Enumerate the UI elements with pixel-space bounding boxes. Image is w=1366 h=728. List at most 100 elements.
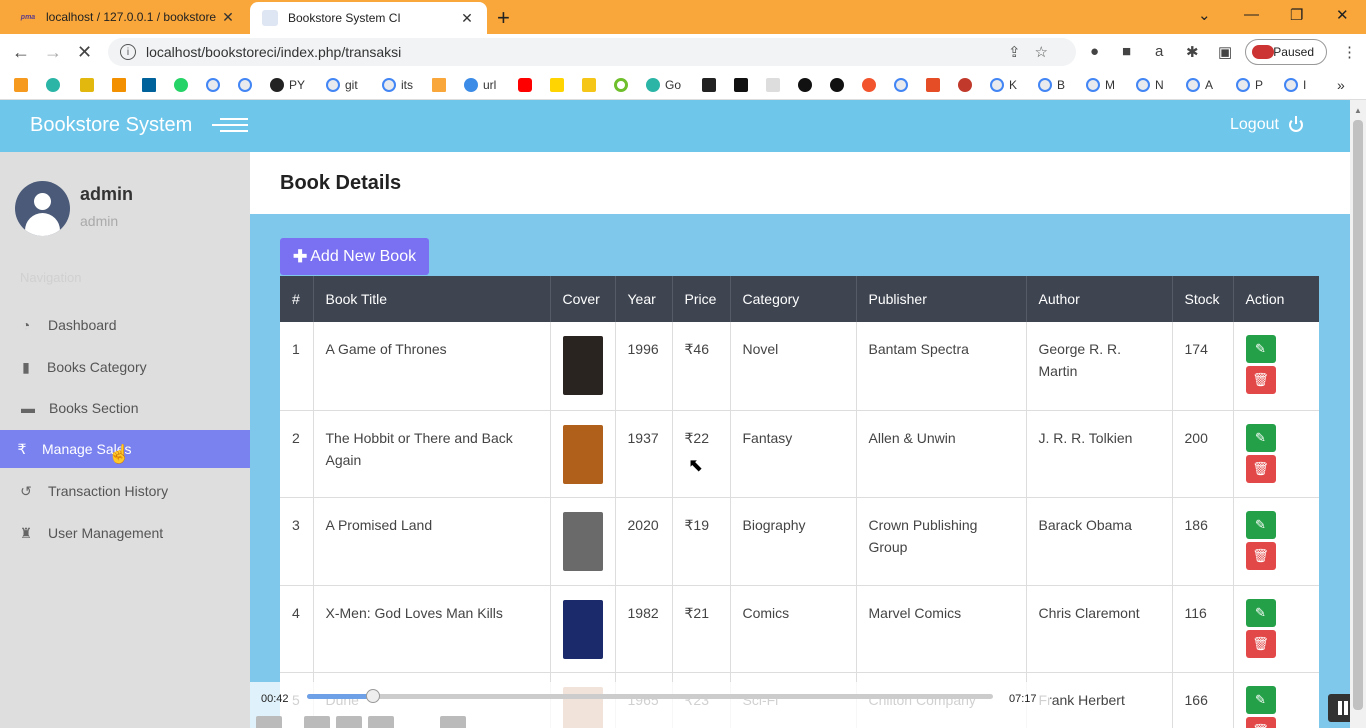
delete-book-button[interactable]: 🗑 <box>1245 716 1276 728</box>
browser-tab-phpmyadmin[interactable]: pma localhost / 127.0.0.1 / bookstore ✕ <box>8 0 248 34</box>
page-scrollbar[interactable]: ▲ <box>1350 100 1366 728</box>
new-tab-button[interactable]: + <box>497 5 510 31</box>
bookmark-icon-item[interactable] <box>798 77 817 93</box>
bookmark-m[interactable]: M <box>1086 77 1115 93</box>
profile-paused-button[interactable]: Paused <box>1245 39 1327 65</box>
back-icon[interactable]: ← <box>12 42 30 63</box>
delete-book-button[interactable]: 🗑 <box>1245 366 1276 394</box>
sidebar-item-books-category[interactable]: ▮ Books Category <box>0 348 250 386</box>
bookmark-icon-item[interactable] <box>734 77 753 93</box>
video-prev-icon[interactable] <box>304 716 330 728</box>
wave-icon <box>464 78 478 92</box>
video-current-time: 00:42 <box>261 693 289 705</box>
bookmark-its[interactable]: its <box>382 77 413 93</box>
google-icon[interactable] <box>238 77 257 93</box>
cell-book-title: The Hobbit or There and Back Again <box>313 410 551 498</box>
sidebar-toggle-icon[interactable] <box>212 118 248 134</box>
site-info-icon[interactable]: i <box>120 44 136 60</box>
puzzle-extensions-icon[interactable]: ✱ <box>1186 43 1199 61</box>
sidebar-item-user-management[interactable]: ♜ User Management <box>0 514 250 552</box>
bookmark-icon-item[interactable] <box>14 77 33 93</box>
bookmark-go[interactable]: Go <box>646 77 681 93</box>
cell-year: 1937 <box>615 410 673 498</box>
url-field[interactable]: i localhost/bookstoreci/index.php/transa… <box>108 38 1076 66</box>
more-bookmarks-icon[interactable]: » <box>1337 77 1345 93</box>
bookmark-n[interactable]: N <box>1136 77 1164 93</box>
forward-icon[interactable]: → <box>44 42 62 63</box>
bookmark-icon-item[interactable] <box>958 77 977 93</box>
youtube-icon[interactable] <box>518 77 537 93</box>
bookmark-icon-item[interactable] <box>550 77 569 93</box>
google-icon <box>1284 78 1298 92</box>
bookmark-icon-item[interactable] <box>926 77 945 93</box>
video-seek-bar[interactable] <box>307 689 993 703</box>
delete-book-button[interactable]: 🗑 <box>1245 454 1276 483</box>
sidebar-item-transaction-history[interactable]: ↺ Transaction History <box>0 472 250 510</box>
video-next-icon[interactable] <box>368 716 394 728</box>
video-pause-icon[interactable] <box>256 716 282 728</box>
minimize-icon[interactable]: — <box>1244 6 1259 23</box>
bookmark-icon-item[interactable] <box>582 77 601 93</box>
bookmark-icon-item[interactable] <box>80 77 99 93</box>
cell-cover <box>550 585 616 673</box>
bookmark-icon-item[interactable] <box>830 77 849 93</box>
scrollbar-thumb[interactable] <box>1353 120 1363 710</box>
restore-icon[interactable]: ❐ <box>1290 6 1303 24</box>
bookmark-icon-item[interactable] <box>766 77 785 93</box>
stop-loading-icon[interactable]: ✕ <box>77 42 92 63</box>
bookmark-k[interactable]: K <box>990 77 1017 93</box>
edit-book-button[interactable]: ✎ <box>1245 598 1276 627</box>
bookmark-git[interactable]: git <box>326 77 358 93</box>
tab-search-icon[interactable]: ⌄ <box>1198 6 1211 24</box>
cell-price: ₹19 <box>672 497 731 586</box>
sidebar-item-dashboard[interactable]: ◔ Dashboard <box>0 306 250 344</box>
plus-icon: ✚ <box>293 246 308 266</box>
edit-book-button[interactable]: ✎ <box>1245 685 1276 714</box>
close-tab-icon[interactable]: ✕ <box>459 10 475 27</box>
cell-cover <box>550 410 616 498</box>
close-tab-icon[interactable]: ✕ <box>220 9 236 26</box>
bookmark-icon-item[interactable] <box>614 77 633 93</box>
edit-book-button[interactable]: ✎ <box>1245 423 1276 452</box>
cell-cover <box>550 322 616 411</box>
google-icon <box>326 78 340 92</box>
add-new-book-button[interactable]: ✚ Add New Book <box>280 238 430 275</box>
whatsapp-icon[interactable] <box>174 77 193 93</box>
bookmark-icon-item[interactable] <box>112 77 131 93</box>
edit-book-button[interactable]: ✎ <box>1245 510 1276 539</box>
google-icon[interactable] <box>894 77 913 93</box>
bookmark-icon-item[interactable] <box>142 77 161 93</box>
video-stop-icon[interactable] <box>336 716 362 728</box>
share-star-icons[interactable]: ⇪☆ <box>1008 43 1062 61</box>
bookmark-icon-item[interactable] <box>702 77 721 93</box>
logout-button[interactable]: Logout <box>1230 116 1303 134</box>
delete-book-button[interactable]: 🗑 <box>1245 541 1276 570</box>
browser-menu-icon[interactable]: ⋮ <box>1342 43 1357 61</box>
app-brand[interactable]: Bookstore System <box>30 114 192 137</box>
scroll-up-icon[interactable]: ▲ <box>1354 106 1362 115</box>
book-cover-image <box>562 599 603 659</box>
bookmark-icon-item[interactable] <box>432 77 451 93</box>
bookmark-url[interactable]: url <box>464 77 496 93</box>
video-fullscreen-icon[interactable] <box>440 716 466 728</box>
bookmark-b[interactable]: B <box>1038 77 1065 93</box>
main-content: Book Details ✚ Add New Book # Book Title… <box>250 152 1350 728</box>
bookmark-py[interactable]: PY <box>270 77 305 93</box>
amazon-extension-icon[interactable]: a <box>1155 43 1163 60</box>
video-seek-handle[interactable] <box>365 689 380 703</box>
delete-book-button[interactable]: 🗑 <box>1245 629 1276 658</box>
edit-book-button[interactable]: ✎ <box>1245 335 1276 363</box>
sidebar-item-books-section[interactable]: ▬ Books Section <box>0 389 250 427</box>
bookmark-i[interactable]: I <box>1284 77 1306 93</box>
extension-icon[interactable]: ■ <box>1122 43 1131 60</box>
side-panel-icon[interactable]: ▣ <box>1218 43 1232 61</box>
bookmark-p[interactable]: P <box>1236 77 1263 93</box>
bookmark-icon-item[interactable] <box>46 77 65 93</box>
google-icon[interactable] <box>206 77 225 93</box>
bookmark-a[interactable]: A <box>1186 77 1213 93</box>
close-window-icon[interactable]: ✕ <box>1336 6 1349 24</box>
tab-title: Bookstore System CI <box>288 11 401 25</box>
browser-tab-bookstore[interactable]: Bookstore System CI ✕ <box>250 2 487 34</box>
panda-extension-icon[interactable]: ● <box>1090 43 1099 60</box>
bookmark-icon-item[interactable] <box>862 77 881 93</box>
